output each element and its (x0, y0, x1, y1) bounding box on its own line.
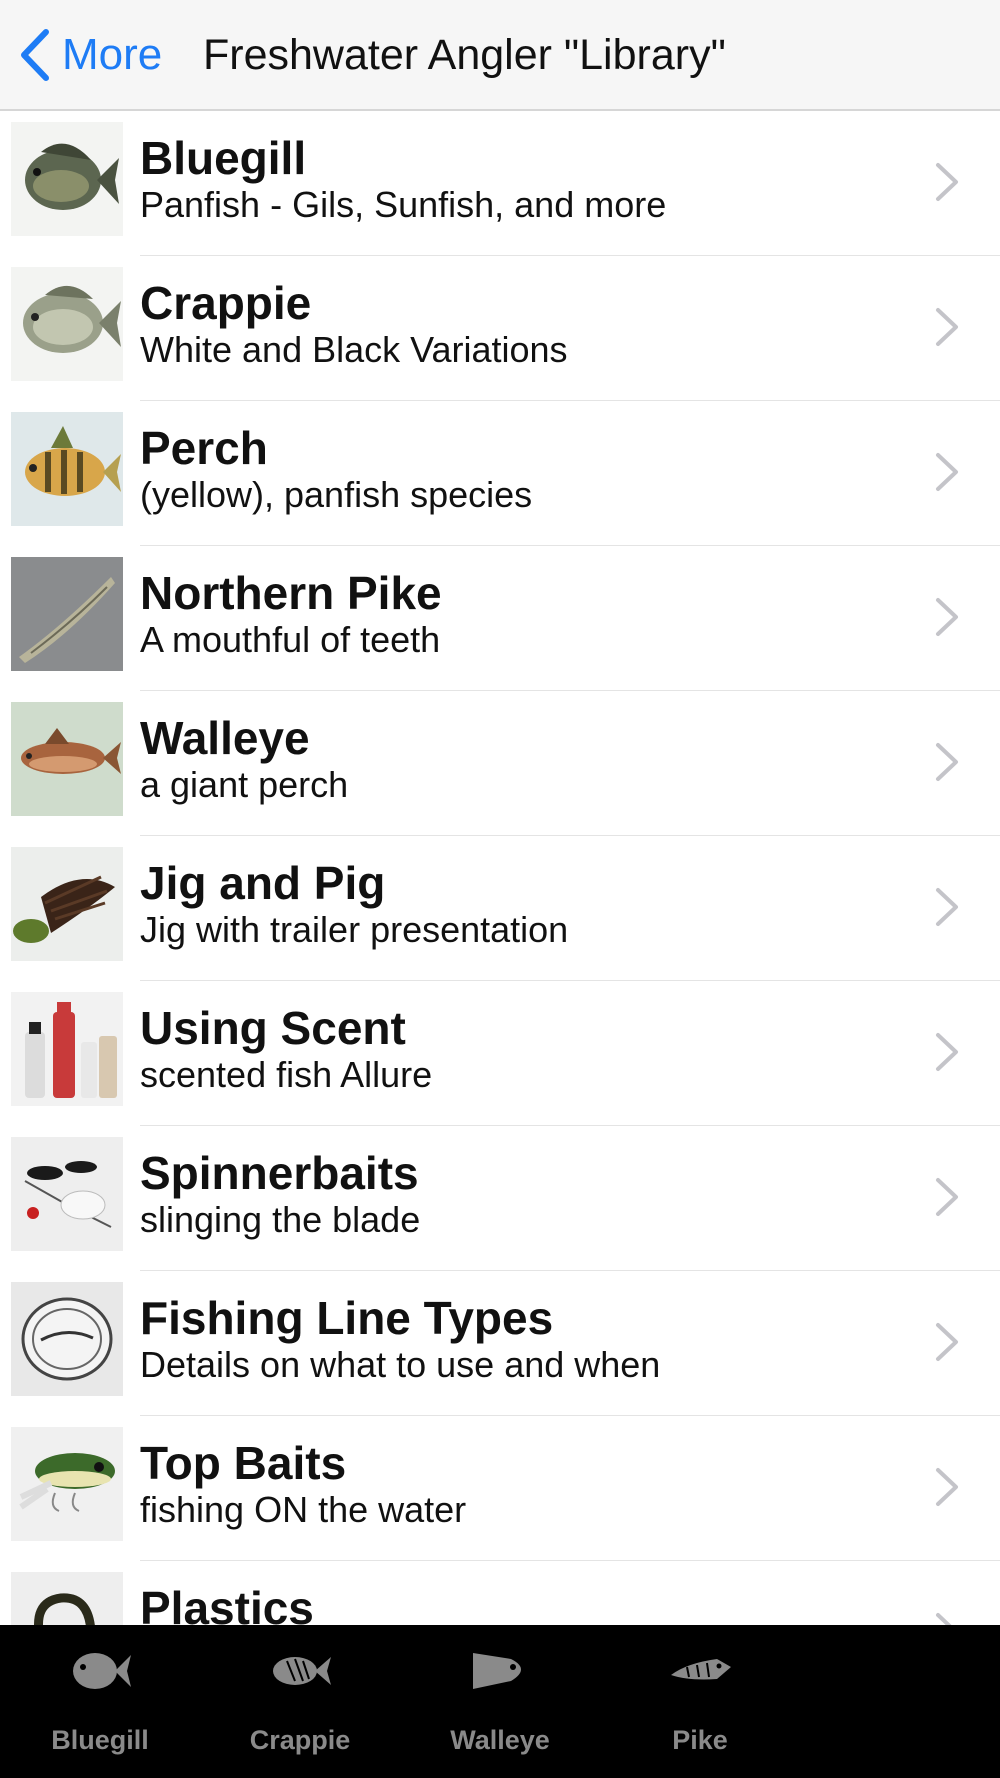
crappie-thumbnail (11, 267, 123, 381)
item-title: Perch (140, 422, 268, 474)
tab-bluegill[interactable]: Bluegill (0, 1625, 200, 1778)
item-title: Walleye (140, 712, 310, 764)
bluegill-thumbnail (11, 122, 123, 236)
topwater-lure-thumbnail (11, 1427, 123, 1541)
chevron-right-icon (936, 308, 958, 346)
tab-bar: Bluegill Crappie Walleye Pike (0, 1625, 1000, 1778)
tab-label: Bluegill (51, 1725, 149, 1755)
list-item-walleye[interactable]: Walleye a giant perch (0, 691, 1000, 836)
item-title: Top Baits (140, 1437, 347, 1489)
back-button-label: More (62, 30, 163, 79)
page-title: Freshwater Angler "Library" (203, 30, 726, 79)
chevron-right-icon (936, 1468, 958, 1506)
chevron-right-icon (936, 163, 958, 201)
chevron-right-icon (936, 1033, 958, 1071)
item-subtitle: (yellow), panfish species (140, 474, 533, 515)
list-item-fishing-line-types[interactable]: Fishing Line Types Details on what to us… (0, 1271, 1000, 1416)
item-subtitle: Jig with trailer presentation (140, 909, 569, 950)
list-item-using-scent[interactable]: Using Scent scented fish Allure (0, 981, 1000, 1126)
chevron-right-icon (936, 888, 958, 926)
chevron-right-icon (936, 598, 958, 636)
scent-bottles-thumbnail (11, 992, 123, 1106)
tab-pike[interactable]: Pike (600, 1625, 800, 1778)
northern-pike-thumbnail (11, 557, 123, 671)
walleye-thumbnail (11, 702, 123, 816)
tab-label: Crappie (249, 1725, 351, 1755)
tab-label: Walleye (450, 1725, 550, 1755)
list-item-bluegill[interactable]: Bluegill Panfish - Gils, Sunfish, and mo… (0, 111, 1000, 256)
item-subtitle: fishing ON the water (140, 1489, 467, 1530)
item-subtitle: a giant perch (140, 764, 349, 805)
crappie-icon (273, 1657, 331, 1685)
item-title: Crappie (140, 277, 312, 329)
pike-icon (671, 1659, 731, 1680)
chevron-right-icon (936, 1613, 952, 1625)
plastic-worm-thumbnail (11, 1572, 123, 1625)
list-item-crappie[interactable]: Crappie White and Black Variations (0, 256, 1000, 401)
list-item-spinnerbaits[interactable]: Spinnerbaits slinging the blade (0, 1126, 1000, 1271)
item-title: Bluegill (140, 132, 307, 184)
chevron-right-icon (936, 743, 958, 781)
list-item-northern-pike[interactable]: Northern Pike A mouthful of teeth (0, 546, 1000, 691)
bluegill-icon (73, 1653, 131, 1689)
chevron-right-icon (936, 453, 958, 491)
tab-label: Pike (672, 1725, 728, 1755)
spinnerbait-thumbnail (11, 1137, 123, 1251)
tab-crappie[interactable]: Crappie (200, 1625, 400, 1778)
item-subtitle: A mouthful of teeth (140, 619, 441, 660)
navigation-bar: More Freshwater Angler "Library" (0, 0, 1000, 111)
library-list: Bluegill Panfish - Gils, Sunfish, and mo… (0, 111, 1000, 1625)
jig-thumbnail (11, 847, 123, 961)
item-title: Northern Pike (140, 567, 442, 619)
chevron-right-icon (936, 1178, 958, 1216)
tab-walleye[interactable]: Walleye (400, 1625, 600, 1778)
item-subtitle: Details on what to use and when (140, 1344, 661, 1385)
item-title: Using Scent (140, 1002, 406, 1054)
item-title: Jig and Pig (140, 857, 386, 909)
chevron-left-icon (21, 29, 49, 81)
item-subtitle: White and Black Variations (140, 329, 568, 370)
chevron-right-icon (936, 1323, 958, 1361)
list-item-perch[interactable]: Perch (yellow), panfish species (0, 401, 1000, 546)
walleye-icon (473, 1653, 521, 1689)
perch-thumbnail (11, 412, 123, 526)
item-title: Fishing Line Types (140, 1292, 554, 1344)
list-item-top-baits[interactable]: Top Baits fishing ON the water (0, 1416, 1000, 1561)
item-title: Spinnerbaits (140, 1147, 419, 1199)
item-subtitle: scented fish Allure (140, 1054, 433, 1095)
line-spool-thumbnail (11, 1282, 123, 1396)
item-subtitle: Panfish - Gils, Sunfish, and more (140, 184, 667, 225)
list-item-jig-and-pig[interactable]: Jig and Pig Jig with trailer presentatio… (0, 836, 1000, 981)
back-button[interactable]: More (18, 22, 162, 88)
list-item-plastics[interactable]: Plastics (0, 1561, 1000, 1625)
item-title: Plastics (140, 1582, 314, 1625)
item-subtitle: slinging the blade (140, 1199, 421, 1240)
